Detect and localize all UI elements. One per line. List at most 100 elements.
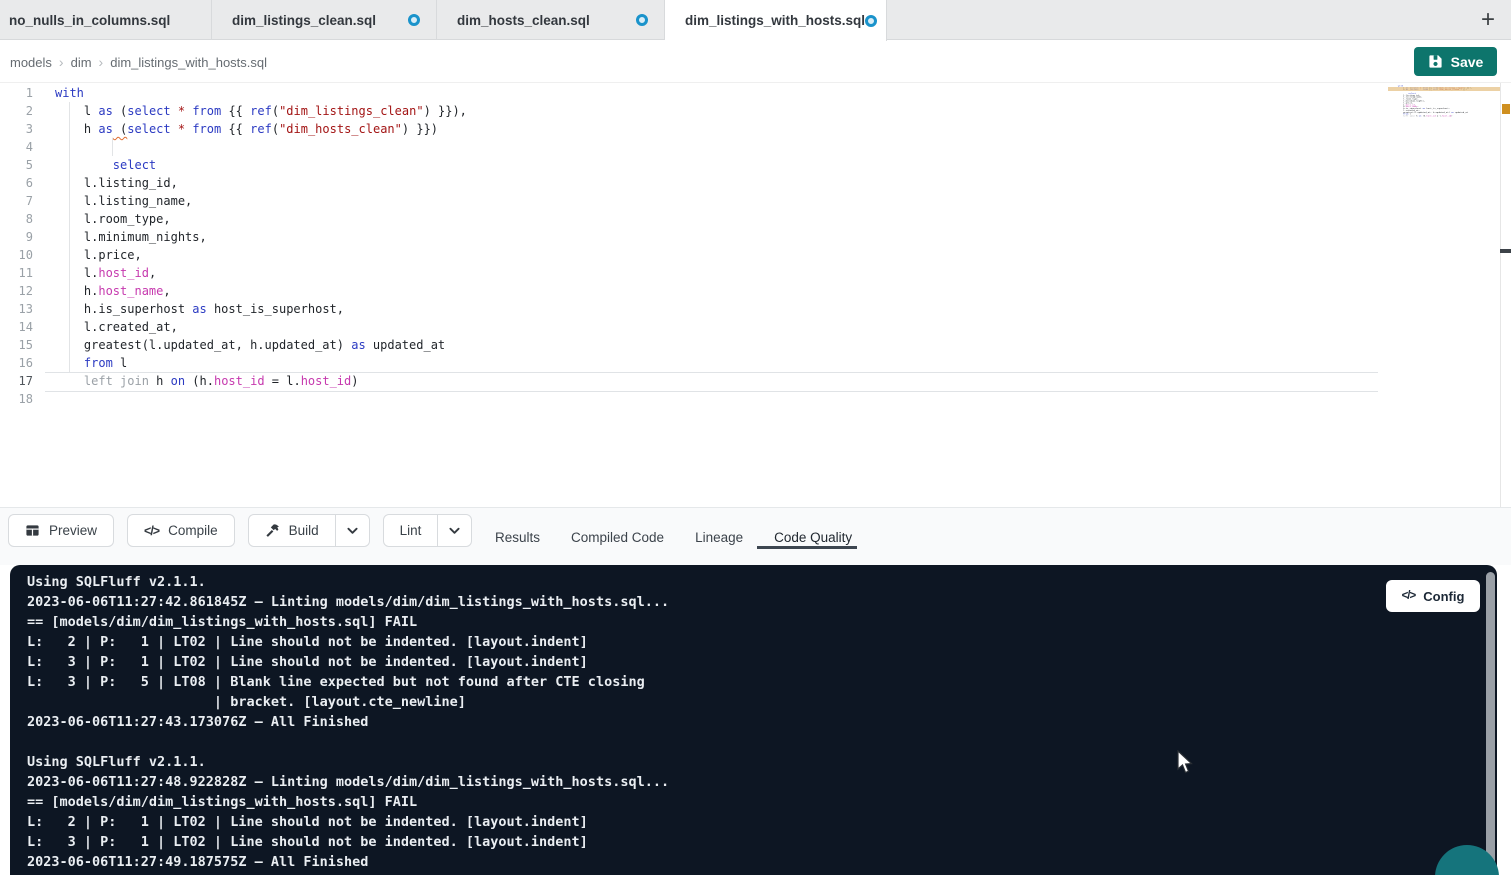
panel-tab-lineage[interactable]: Lineage [695, 530, 743, 545]
compile-button[interactable]: </> Compile [127, 514, 235, 547]
code-line[interactable]: 7 l.listing_name, [0, 192, 1388, 210]
lint-button[interactable]: Lint [384, 515, 438, 546]
code-area: 1with2 l as (select * from {{ ref("dim_l… [0, 84, 1388, 408]
breadcrumb-item[interactable]: models [10, 55, 52, 70]
panel-tab-compiled-code[interactable]: Compiled Code [571, 530, 664, 545]
terminal-line: L: 2 | P: 1 | LT02 | Line should not be … [27, 632, 669, 652]
minimap-warning-highlight [1388, 87, 1500, 91]
code-line[interactable]: 9 l.minimum_nights, [0, 228, 1388, 246]
breadcrumb-separator-icon: › [59, 54, 64, 70]
terminal-line: L: 3 | P: 1 | LT02 | Line should not be … [27, 832, 669, 852]
line-number: 18 [0, 390, 33, 408]
save-button[interactable]: Save [1414, 47, 1497, 76]
code-line[interactable]: 14 l.created_at, [0, 318, 1388, 336]
file-tab-label: no_nulls_in_columns.sql [9, 13, 170, 28]
chevron-down-icon [449, 527, 460, 535]
line-number: 6 [0, 174, 33, 192]
hammer-icon [265, 523, 280, 538]
lint-output-terminal[interactable]: Using SQLFluff v2.1.1.2023-06-06T11:27:4… [10, 565, 1497, 875]
line-number: 15 [0, 336, 33, 354]
toolbar-buttons: Preview </> Compile Build [8, 514, 472, 547]
code-line[interactable]: 10 l.price, [0, 246, 1388, 264]
panel-tab-results[interactable]: Results [495, 530, 540, 545]
code-line[interactable]: 8 l.room_type, [0, 210, 1388, 228]
file-tab[interactable]: dim_hosts_clean.sql [437, 0, 665, 40]
terminal-line [27, 732, 669, 752]
code-line[interactable]: 3 h as (select * from {{ ref("dim_hosts_… [0, 120, 1388, 138]
code-line[interactable]: 2 l as (select * from {{ ref("dim_listin… [0, 102, 1388, 120]
line-number: 16 [0, 354, 33, 372]
unsaved-changes-dot-icon [865, 15, 877, 27]
dbt-ide-screen: no_nulls_in_columns.sql dim_listings_clea… [0, 0, 1511, 875]
code-line[interactable]: 6 l.listing_id, [0, 174, 1388, 192]
line-number: 17 [0, 372, 33, 390]
ruler-cursor-marker-icon [1500, 249, 1511, 253]
code-line[interactable]: 15 greatest(l.updated_at, h.updated_at) … [0, 336, 1388, 354]
config-button[interactable]: </> Config [1386, 580, 1480, 612]
panel-tab-code-quality[interactable]: Code Quality [774, 530, 852, 545]
breadcrumb-item[interactable]: dim_listings_with_hosts.sql [110, 55, 267, 70]
config-button-label: Config [1423, 589, 1464, 604]
terminal-line: L: 2 | P: 1 | LT02 | Line should not be … [27, 812, 669, 832]
code-brackets-icon: </> [144, 524, 159, 538]
breadcrumb-item[interactable]: dim [71, 55, 92, 70]
breadcrumb: models › dim › dim_listings_with_hosts.sql [10, 41, 267, 83]
build-button[interactable]: Build [249, 515, 335, 546]
line-number: 11 [0, 264, 33, 282]
terminal-line: L: 3 | P: 1 | LT02 | Line should not be … [27, 652, 669, 672]
unsaved-changes-dot-icon [408, 14, 420, 26]
code-line[interactable]: 4 [0, 138, 1388, 156]
line-number: 14 [0, 318, 33, 336]
code-line[interactable]: 1with [0, 84, 1388, 102]
active-tab-underline [757, 546, 857, 549]
terminal-line: | bracket. [layout.cte_newline] [27, 692, 669, 712]
file-tab[interactable]: dim_listings_with_hosts.sql [665, 0, 887, 41]
file-tab-label: dim_listings_clean.sql [232, 13, 376, 28]
panel-tabs: Results Compiled Code Lineage Code Quality [495, 508, 852, 566]
build-split-button: Build [248, 514, 370, 547]
grid-table-icon [25, 523, 40, 538]
code-line[interactable]: 17 left join h on (h.host_id = l.host_id… [0, 372, 1388, 390]
line-number: 7 [0, 192, 33, 210]
line-number: 1 [0, 84, 33, 102]
code-line[interactable]: 11 l.host_id, [0, 264, 1388, 282]
lint-split-button: Lint [383, 514, 473, 547]
code-line[interactable]: 12 h.host_name, [0, 282, 1388, 300]
compile-button-label: Compile [168, 523, 218, 538]
line-number: 13 [0, 300, 33, 318]
new-tab-button[interactable]: + [1473, 5, 1503, 35]
unsaved-changes-dot-icon [636, 14, 648, 26]
file-tab[interactable]: dim_listings_clean.sql [212, 0, 437, 40]
terminal-line: 2023-06-06T11:27:42.861845Z — Linting mo… [27, 592, 669, 612]
breadcrumb-separator-icon: › [99, 54, 104, 70]
line-number: 9 [0, 228, 33, 246]
code-line[interactable]: 5 select [0, 156, 1388, 174]
code-editor[interactable]: 1with2 l as (select * from {{ ref("dim_l… [0, 83, 1511, 507]
lint-dropdown-button[interactable] [437, 515, 471, 546]
indent-guide [112, 138, 113, 156]
line-number: 5 [0, 156, 33, 174]
tab-bar-tabs: no_nulls_in_columns.sql dim_listings_clea… [0, 0, 887, 39]
terminal-line: == [models/dim/dim_listings_with_hosts.s… [27, 612, 669, 632]
line-number: 4 [0, 138, 33, 156]
minimap[interactable]: with l as (select * from {{ ref("dim_lis… [1388, 85, 1500, 225]
terminal-scrollbar[interactable] [1486, 572, 1495, 868]
code-line [1388, 117, 1500, 119]
preview-button[interactable]: Preview [8, 514, 114, 547]
terminal-line: Using SQLFluff v2.1.1. [27, 572, 669, 592]
terminal-line: 2023-06-06T11:27:48.922828Z — Linting mo… [27, 772, 669, 792]
code-line[interactable]: 18 [0, 390, 1388, 408]
file-tab[interactable]: no_nulls_in_columns.sql [0, 0, 212, 40]
code-line[interactable]: 16 from l [0, 354, 1388, 372]
line-number: 3 [0, 120, 33, 138]
action-toolbar: Preview </> Compile Build [0, 507, 1511, 565]
terminal-line: == [models/dim/dim_listings_with_hosts.s… [27, 792, 669, 812]
code-line[interactable]: 13 h.is_superhost as host_is_superhost, [0, 300, 1388, 318]
line-number: 8 [0, 210, 33, 228]
build-dropdown-button[interactable] [335, 515, 369, 546]
line-number: 10 [0, 246, 33, 264]
chevron-down-icon [347, 527, 358, 535]
build-button-label: Build [289, 523, 319, 538]
code-brackets-icon: </> [1402, 590, 1416, 602]
terminal-line: Using SQLFluff v2.1.1. [27, 752, 669, 772]
